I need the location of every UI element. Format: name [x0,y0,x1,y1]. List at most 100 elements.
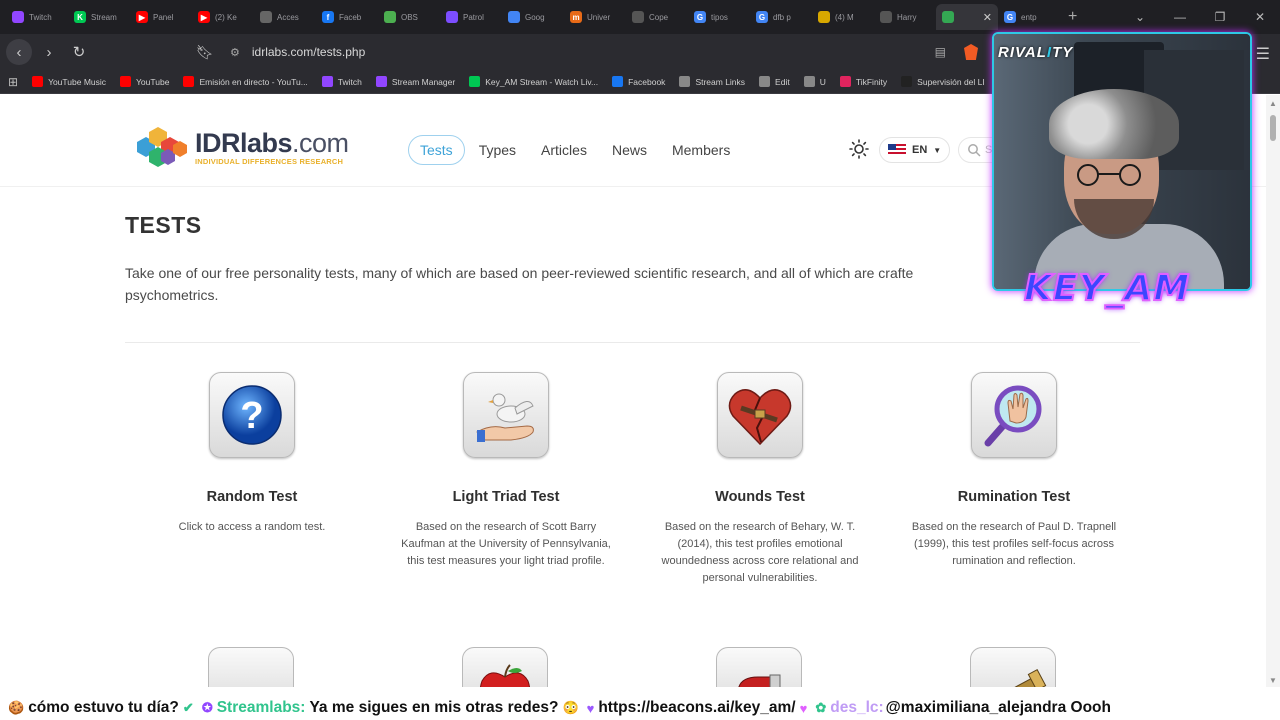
bookmark-item[interactable]: Twitch [321,76,362,87]
browser-tab[interactable]: Goog [502,4,564,30]
test-card-title[interactable]: Wounds Test [650,489,870,505]
bookmark-favicon-icon [375,76,387,87]
scroll-up-arrow-icon[interactable]: ▲ [1269,99,1277,108]
bookmark-item[interactable]: Facebook [612,76,665,87]
bookmark-favicon-icon [901,76,913,87]
bookmark-item[interactable]: YouTube Music [32,76,106,87]
browser-menu-icon[interactable]: ☰ [1256,44,1270,64]
close-window-icon[interactable]: ✕ [1240,10,1280,24]
bookmark-label: Edit [775,76,790,87]
overlay-brand-tail: TY [1052,44,1074,61]
nav-members[interactable]: Members [661,136,741,164]
reader-mode-icon[interactable]: ▤ [935,45,946,59]
tab-favicon-icon [880,11,892,23]
browser-tab[interactable]: (4) M [812,4,874,30]
broken-heart-icon[interactable] [717,372,803,458]
nav-news[interactable]: News [601,136,658,164]
bookmark-favicon-icon [759,76,771,87]
logo-main-text: IDRlabs [195,128,293,158]
url-text[interactable]: idrlabs.com/tests.php [252,45,365,59]
logo-tld-text: .com [292,128,349,158]
main-nav: Tests Types Articles News Members [408,135,744,165]
restore-icon[interactable]: ❐ [1200,10,1240,24]
bookmark-icon[interactable]: 🔖︎ [196,44,216,61]
browser-tab[interactable]: Gtipos [688,4,750,30]
scrollbar-thumb[interactable] [1270,115,1276,141]
telescope-icon[interactable] [970,647,1056,687]
sparkle-emoji-icon: ✿ [815,700,827,715]
brave-shield-icon[interactable] [964,44,978,60]
browser-tab[interactable]: Gentp [998,4,1060,30]
browser-tab[interactable]: ▶ Panel [130,4,192,30]
bookmark-favicon-icon [32,76,44,87]
browser-tab[interactable]: Patrol [440,4,502,30]
address-bar[interactable]: 🔖︎ ⚙ idrlabs.com/tests.php ▤ [196,38,986,66]
minimize-icon[interactable]: — [1160,10,1200,24]
browser-tab[interactable]: K Stream [68,4,130,30]
bookmark-item[interactable]: Edit [759,76,790,87]
test-card-title[interactable]: Rumination Test [904,489,1124,505]
close-tab-icon[interactable]: ✕ [983,11,992,24]
bookmark-label: Facebook [628,76,666,87]
bookmark-item[interactable]: Stream Links [679,76,745,87]
site-logo[interactable]: IDRlabs.com INDIVIDUAL DIFFERENCES RESEA… [137,127,349,169]
forward-button[interactable]: › [36,39,62,65]
nav-types[interactable]: Types [468,136,527,164]
bookmark-item[interactable]: Supervisión del LI [901,76,985,87]
bookmark-favicon-icon [839,76,851,87]
browser-tab[interactable]: Harry [874,4,936,30]
ticker-message-2: Ya me sigues en mis otras redes? [309,699,559,716]
tab-search-icon[interactable]: ⌄ [1120,10,1160,24]
browser-tab[interactable]: ▶ (2) Ke [192,4,254,30]
theme-toggle-sun-icon[interactable] [849,139,869,159]
bookmark-item[interactable]: Stream Manager [375,76,455,87]
dove-hand-icon[interactable] [463,372,549,458]
tab-label: Cope [649,12,669,22]
test-card-title[interactable]: Random Test [142,489,362,505]
magnet-icon[interactable] [716,647,802,687]
new-tab-icon[interactable]: + [1068,8,1088,26]
test-card-rumination[interactable]: Rumination Test Based on the research of… [904,372,1124,570]
page-scrollbar[interactable]: ▲ ▼ [1266,95,1280,687]
purple-heart-icon: ♥ [586,700,595,716]
overlay-streamer-name: KEY_AM [1023,267,1191,310]
bookmark-item[interactable]: U [803,76,826,87]
back-button[interactable]: ‹ [6,39,32,65]
browser-tab[interactable]: Twitch [6,4,68,30]
language-selector[interactable]: EN ▼ [879,137,951,163]
nav-tests[interactable]: Tests [408,135,465,165]
apps-grid-icon[interactable]: ⊞ [8,75,18,89]
bookmark-favicon-icon [469,76,481,87]
browser-tab[interactable]: Gdfb p [750,4,812,30]
test-card-random[interactable]: ? Random Test Click to access a random t… [142,372,362,536]
tab-label: Panel [153,12,174,22]
browser-tab[interactable]: f Faceb [316,4,378,30]
tab-strip: Twitch K Stream ▶ Panel ▶ (2) Ke Acces f Faceb OBS… [0,0,1280,34]
magnifier-hand-icon[interactable] [971,372,1057,458]
site-info-icon[interactable]: ⚙ [230,46,240,59]
apple-icon[interactable] [462,647,548,687]
logo-tagline: INDIVIDUAL DIFFERENCES RESEARCH [195,157,344,166]
browser-tab[interactable]: OBS [378,4,440,30]
tab-favicon-icon: ▶ [136,11,148,23]
tab-label: (4) M [835,12,854,22]
test-card-wounds[interactable]: Wounds Test Based on the research of Beh… [650,372,870,587]
browser-tab[interactable]: m Univer [564,4,626,30]
bookmark-item[interactable]: YouTube [120,76,169,87]
cookie-emoji-icon: 🍪 [8,700,25,715]
svg-text:?: ? [240,395,263,437]
browser-tab-active[interactable]: ✕ [936,4,998,30]
bookmark-item[interactable]: TikFinity [839,76,887,87]
bookmark-item[interactable]: Key_AM Stream - Watch Liv... [469,76,598,87]
bookmark-item[interactable]: Emisión en directo - YouTu... [183,76,308,87]
browser-tab[interactable]: Acces [254,4,316,30]
browser-tab[interactable]: Cope [626,4,688,30]
question-mark-icon[interactable]: ? [209,372,295,458]
nav-articles[interactable]: Articles [530,136,598,164]
scroll-down-arrow-icon[interactable]: ▼ [1269,676,1277,685]
test-card-title[interactable]: Light Triad Test [396,489,616,505]
reload-button[interactable]: ↻ [66,39,92,65]
test-card-light-triad[interactable]: Light Triad Test Based on the research o… [396,372,616,570]
tab-favicon-icon: ▶ [198,11,210,23]
test-tile-stripes[interactable] [208,647,294,687]
